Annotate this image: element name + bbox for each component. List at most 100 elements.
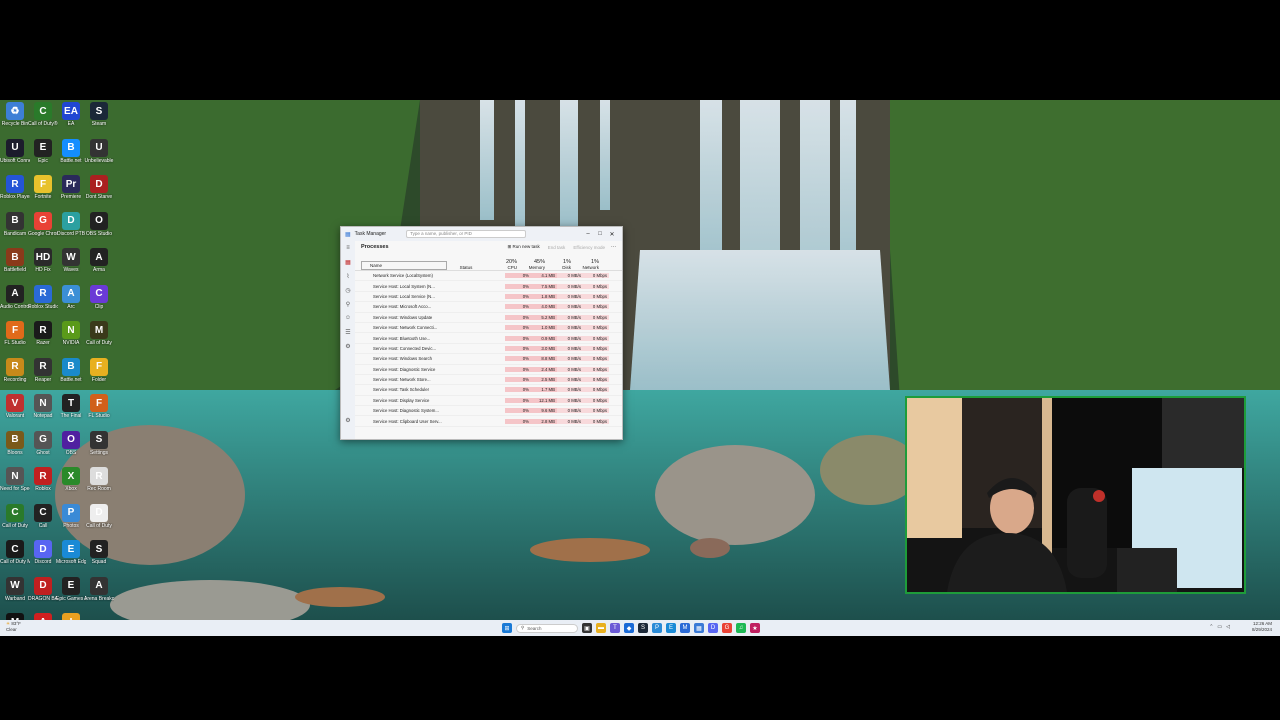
desktop-icon[interactable]: Pr Premiere	[56, 175, 86, 211]
process-row[interactable]: Service Host: Windows Search 0% 8.8 MB 0 MB…	[355, 354, 622, 365]
file-explorer-icon[interactable]: ▬	[596, 623, 606, 633]
performance-icon[interactable]: ⌇	[341, 269, 355, 283]
process-row[interactable]: Service Host: Diagnostic System... 0% 9.6 …	[355, 406, 622, 417]
search-input[interactable]: Type a name, publisher, or PID	[406, 230, 527, 238]
desktop-icon[interactable]: B Battle.net	[56, 357, 86, 394]
desktop-icon[interactable]: D Dont Starve	[84, 175, 114, 211]
desktop-icon[interactable]: E Epic	[28, 138, 58, 175]
desktop-icon[interactable]: D Discord PTB	[56, 211, 86, 248]
teams-icon[interactable]: T	[610, 623, 620, 633]
desktop-icon[interactable]: R Recording	[0, 357, 30, 394]
desktop-icon[interactable]: R Reaper	[28, 357, 58, 394]
network-icon[interactable]: ▭	[1217, 624, 1222, 630]
desktop-icon[interactable]: CCall of Duty Modern	[0, 540, 30, 576]
desktop-icon[interactable]: X Xbox	[56, 467, 86, 503]
desktop-icon[interactable]: R Roblox	[28, 467, 58, 503]
desktop-icon[interactable]: B Bandicam	[0, 211, 30, 248]
services-icon[interactable]: ⚙	[341, 339, 355, 353]
desktop-icon[interactable]: EEpic Games Launcher	[56, 576, 86, 613]
steam-icon[interactable]: S	[638, 623, 648, 633]
desktop-icon[interactable]: MCall of Duty®	[0, 613, 30, 620]
desktop-icon[interactable]: D Call of Duty	[84, 503, 114, 540]
desktop-icon[interactable]: N NVIDIA	[56, 321, 86, 357]
maximize-button[interactable]: □	[594, 231, 606, 237]
users-icon[interactable]: ☺	[341, 311, 355, 325]
column-status[interactable]: Status	[447, 265, 485, 270]
process-row[interactable]: Service Host: Local System (N... 0% 7.5 MB…	[355, 281, 622, 292]
desktop-icon[interactable]: B Battle.net	[56, 138, 86, 175]
process-row[interactable]: Service Host: Windows Update 0% 5.2 MB 0 MB…	[355, 313, 622, 323]
desktop-icon[interactable]: C Call of Duty	[0, 503, 30, 540]
column-memory[interactable]: 45% Memory	[517, 259, 545, 270]
menu-icon[interactable]: ≡	[341, 241, 355, 255]
process-row[interactable]: Service Host: Bluetooth Use... 0% 0.9 MB 0 …	[355, 333, 622, 344]
column-network[interactable]: 1% Network	[571, 259, 599, 270]
desktop-icon[interactable]: EA EA	[56, 102, 86, 138]
desktop-icon[interactable]: NNeed for Speed	[0, 467, 30, 503]
desktop-icon[interactable]: CCall of Duty® HQ	[28, 102, 58, 138]
more-options-icon[interactable]: ···	[611, 244, 616, 250]
app-history-icon[interactable]: ◷	[341, 283, 355, 297]
column-name[interactable]: Name	[361, 261, 447, 270]
process-row[interactable]: Service Host: Network Connecti... 0% 1.0 M…	[355, 323, 622, 334]
desktop-icon[interactable]: GGoogle Chrome	[28, 211, 58, 248]
desktop-icon[interactable]: DDRAGON BALL	[28, 576, 58, 613]
process-row[interactable]: Network Service (LocalSystem) 0% 4.1 MB 0 M…	[355, 271, 622, 282]
desktop-icon[interactable]: R Rec Room	[84, 467, 114, 503]
desktop-icon[interactable]: S Settings	[84, 430, 114, 467]
desktop-icon[interactable]: W Warband	[0, 576, 30, 613]
desktop-icon[interactable]: AArena Breakout	[84, 576, 114, 613]
desktop-icon[interactable]: O OBS Studio	[84, 211, 114, 248]
start-button[interactable]: ⊞	[502, 623, 512, 633]
process-row[interactable]: Service Host: Diagnostic Service 0% 2.4 MB…	[355, 365, 622, 375]
desktop-icon[interactable]: D Discord	[28, 540, 58, 576]
column-cpu[interactable]: 20% CPU	[485, 259, 517, 270]
desktop-icon[interactable]: R Roblox Player	[0, 175, 30, 211]
run-new-task-button[interactable]: ⊞ Run new task	[508, 244, 540, 250]
desktop-icon[interactable]: A Audio Control	[0, 284, 30, 321]
task-manager-icon[interactable]: ▦	[694, 623, 704, 633]
desktop-icon[interactable]: AApex Legends	[28, 613, 58, 620]
desktop-icon[interactable]: F Folder	[84, 357, 114, 394]
desktop-icon[interactable]: IIcons	[56, 613, 86, 620]
desktop-icon[interactable]: C Call	[28, 503, 58, 540]
weather-widget[interactable]: ☀ 83°F Clear	[6, 621, 21, 633]
desktop-icon[interactable]: F Fortnite	[28, 175, 58, 211]
desktop-icon[interactable]: N Notepad	[28, 394, 58, 430]
process-row[interactable]: Service Host: Network Store... 0% 2.5 MB 0 …	[355, 375, 622, 386]
startup-apps-icon[interactable]: ⚲	[341, 297, 355, 311]
desktop-icon[interactable]: M Call of Duty	[84, 321, 114, 357]
desktop-icon[interactable]: O OBS	[56, 430, 86, 467]
desktop-icon[interactable]: F FL Studio	[84, 394, 114, 430]
efficiency-mode-button[interactable]: Efficiency mode	[573, 245, 605, 250]
chrome-icon[interactable]: G	[722, 623, 732, 633]
photos-icon[interactable]: P	[652, 623, 662, 633]
details-icon[interactable]: ☰	[341, 325, 355, 339]
task-manager-window[interactable]: ▦ Task Manager Type a name, publisher, o…	[340, 226, 623, 440]
process-row[interactable]: Service Host: Display Service 0% 12.1 MB 0 …	[355, 396, 622, 407]
desktop-icon[interactable]: C Clip	[84, 284, 114, 321]
volume-icon[interactable]: ◁	[1226, 624, 1230, 630]
desktop-icon[interactable]: V Valorant	[0, 394, 30, 430]
desktop-icon[interactable]: S Squad	[84, 540, 114, 576]
chevron-up-icon[interactable]: ⌃	[1209, 624, 1213, 630]
end-task-button[interactable]: End task	[548, 245, 566, 250]
process-row[interactable]: Service Host: Clipboard User Serv... 0% 2.…	[355, 416, 622, 427]
task-view-icon[interactable]: ▣	[582, 623, 592, 633]
process-row[interactable]: Service Host: Local Service (N... 0% 1.8 M…	[355, 292, 622, 303]
desktop-icon[interactable]: U Unbelievable	[84, 138, 114, 175]
desktop-icon[interactable]: A Arc	[56, 284, 86, 321]
desktop-icon[interactable]: G Ghost	[28, 430, 58, 467]
process-row[interactable]: Service Host: Connected Devic... 0% 3.0 MB…	[355, 344, 622, 355]
column-disk[interactable]: 1% Disk	[545, 259, 571, 270]
desktop-icon[interactable]: ♻ Recycle Bin	[0, 102, 30, 138]
process-row[interactable]: Service Host: Microsoft Acco... 0% 4.0 MB 0…	[355, 302, 622, 313]
settings-icon[interactable]: ⚙	[341, 413, 355, 427]
spotify-icon[interactable]: ♫	[736, 623, 746, 633]
desktop-icon[interactable]: B Battlefield	[0, 248, 30, 284]
desktop-icon[interactable]: A Arma	[84, 248, 114, 284]
minimize-button[interactable]: –	[582, 231, 594, 237]
close-button[interactable]: ✕	[606, 231, 618, 238]
clock[interactable]: 12:26 AM 8/29/2024	[1252, 621, 1272, 633]
desktop-icon[interactable]: UUbisoft Connect	[0, 138, 30, 175]
